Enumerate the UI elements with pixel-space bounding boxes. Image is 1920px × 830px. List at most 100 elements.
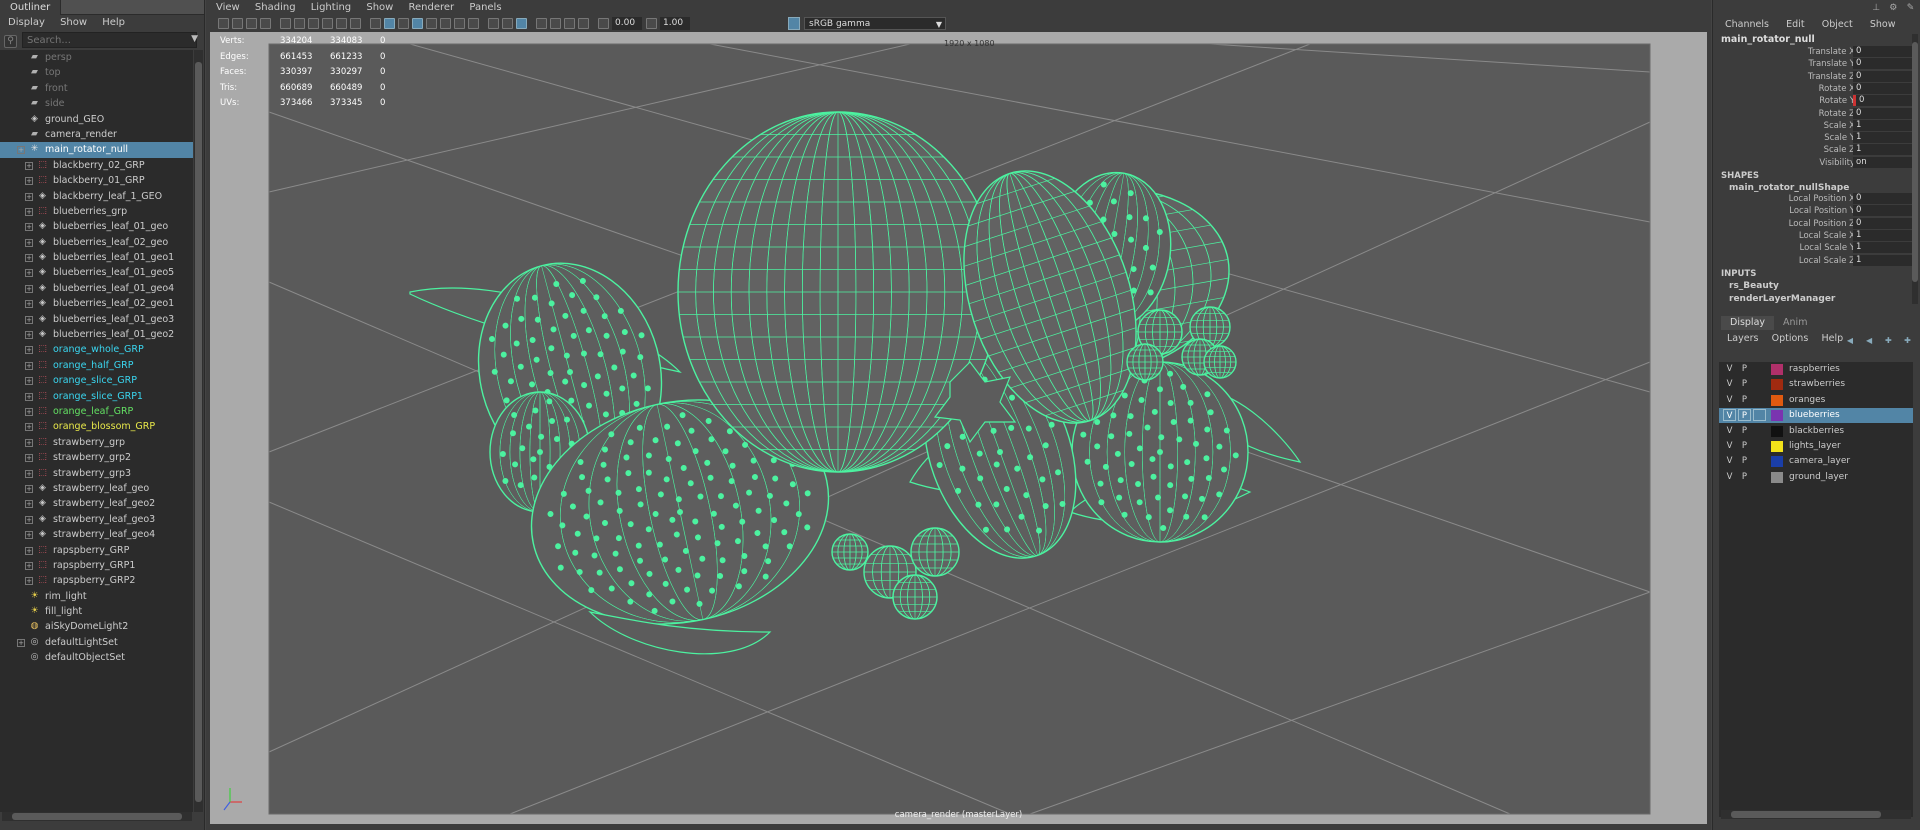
attribute-value-field[interactable]: 1 — [1853, 229, 1913, 241]
settings-icon[interactable]: ⚙ — [1888, 3, 1899, 14]
outliner-item[interactable]: + ⬚ rapspberry_GRP1 — [0, 558, 193, 573]
layer-visibility-toggle[interactable]: V — [1723, 363, 1736, 375]
outliner-item[interactable]: + ◈ blueberries_leaf_02_geo — [0, 235, 193, 250]
exposure-icon[interactable] — [598, 18, 609, 29]
layer-row[interactable]: V Pstrawberries — [1719, 377, 1913, 393]
outliner-item[interactable]: ☀ fill_light — [0, 604, 193, 619]
channel-attribute-row[interactable]: Local Scale Z1 — [1713, 254, 1913, 267]
channel-attribute-row[interactable]: Scale Z1 — [1713, 144, 1913, 156]
attribute-name[interactable]: Scale X — [1824, 120, 1855, 132]
tab-anim[interactable]: Anim — [1774, 316, 1816, 330]
3d-viewport[interactable]: Verts: 334204 334083 0 Edges: 661453 661233 0 Fa… — [210, 32, 1707, 824]
menu-show[interactable]: Show — [366, 2, 393, 13]
channel-attribute-row[interactable]: Translate Z0 — [1713, 70, 1913, 83]
shape-name[interactable]: main_rotator_nullShape — [1729, 183, 1849, 193]
layer-name[interactable]: strawberries — [1789, 377, 1845, 392]
xray-icon[interactable] — [488, 18, 499, 29]
expand-icon[interactable]: + — [25, 254, 33, 263]
channel-attribute-row[interactable]: Local Position X0 — [1713, 193, 1913, 205]
layer-row[interactable]: V Pblackberries — [1719, 424, 1913, 439]
layer-type-toggle[interactable] — [1753, 425, 1766, 437]
expand-icon[interactable]: + — [25, 377, 33, 386]
expand-icon[interactable]: + — [25, 407, 33, 416]
new-layer-icon[interactable]: ✚ — [1883, 336, 1894, 346]
scroll-thumb[interactable] — [1731, 811, 1881, 818]
layer-row[interactable]: V Pblueberries — [1719, 408, 1913, 424]
outliner-item[interactable]: + ⬚ rapspberry_GRP2 — [0, 573, 193, 588]
outliner-item[interactable]: + ◈ blueberries_leaf_01_geo1 — [0, 250, 193, 265]
channel-attribute-row[interactable]: Translate X0 — [1713, 46, 1913, 58]
outliner-item[interactable]: ◍ aiSkyDomeLight2 — [0, 619, 193, 634]
layer-type-toggle[interactable] — [1753, 394, 1766, 406]
layer-visibility-toggle[interactable]: V — [1723, 378, 1736, 390]
layer-playback-toggle[interactable]: P — [1738, 409, 1751, 422]
expand-icon[interactable]: + — [25, 500, 33, 509]
selected-object-name[interactable]: main_rotator_null — [1721, 34, 1815, 45]
expand-icon[interactable]: + — [25, 423, 33, 432]
menu-lighting[interactable]: Lighting — [311, 2, 351, 13]
search-dropdown-icon[interactable]: ▼ — [191, 34, 198, 44]
field-chart-icon[interactable] — [336, 18, 347, 29]
attribute-value-field[interactable]: 0 — [1853, 70, 1913, 82]
layer-color-swatch[interactable] — [1771, 364, 1783, 375]
attribute-name[interactable]: Translate Z — [1808, 71, 1855, 83]
channel-attribute-row[interactable]: Scale X1 — [1713, 119, 1913, 132]
outliner-item[interactable]: + ⬚ blueberries_grp — [0, 204, 193, 219]
outliner-item[interactable]: + ⬚ orange_half_GRP — [0, 358, 193, 373]
layer-playback-toggle[interactable]: P — [1738, 425, 1751, 437]
scroll-thumb[interactable] — [12, 813, 182, 820]
menu-renderer[interactable]: Renderer — [409, 2, 455, 13]
outliner-item[interactable]: + ◈ blueberries_leaf_02_geo1 — [0, 296, 193, 311]
outliner-item[interactable]: + ◈ strawberry_leaf_geo2 — [0, 496, 193, 511]
attribute-value-field[interactable]: 1 — [1853, 242, 1913, 254]
expand-icon[interactable]: + — [25, 546, 33, 555]
attribute-name[interactable]: Scale Y — [1824, 132, 1855, 144]
outliner-item[interactable]: + ⬚ orange_slice_GRP — [0, 373, 193, 388]
attribute-name[interactable]: Local Position X — [1789, 193, 1855, 205]
filter-icon[interactable]: ⚲ — [4, 35, 17, 48]
outliner-item[interactable]: + ⬚ orange_leaf_GRP — [0, 404, 193, 419]
attribute-value-field[interactable]: 0 — [1853, 217, 1913, 229]
textured-icon[interactable] — [426, 18, 437, 29]
layer-type-toggle[interactable] — [1753, 455, 1766, 467]
gamma-field[interactable]: 1.00 — [660, 17, 690, 30]
attribute-value-field[interactable]: 0 — [1853, 205, 1913, 217]
input-render-layer-manager[interactable]: renderLayerManager — [1729, 294, 1835, 304]
outliner-item[interactable]: + ⬚ strawberry_grp3 — [0, 466, 193, 481]
attribute-name[interactable]: Rotate Z — [1819, 108, 1855, 120]
layer-row[interactable]: V Plights_layer — [1719, 439, 1913, 455]
outliner-item[interactable]: ▰ camera_render — [0, 127, 193, 142]
channel-attribute-row[interactable]: Local Position Y0 — [1713, 205, 1913, 217]
outliner-item[interactable]: + ◈ blueberries_leaf_01_geo5 — [0, 265, 193, 280]
outliner-item[interactable]: + ◈ blackberry_leaf_1_GEO — [0, 189, 193, 204]
smooth-shade-icon[interactable] — [384, 18, 395, 29]
anti-aliasing-icon[interactable] — [578, 18, 589, 29]
image-plane-icon[interactable] — [260, 18, 271, 29]
layer-name[interactable]: ground_layer — [1789, 470, 1848, 485]
attribute-name[interactable]: Local Scale Z — [1799, 255, 1855, 267]
outliner-item[interactable]: ▰ front — [0, 81, 193, 96]
layer-type-toggle[interactable] — [1753, 363, 1766, 375]
outliner-item[interactable]: + ◈ blueberries_leaf_01_geo2 — [0, 327, 193, 342]
expand-icon[interactable]: + — [25, 331, 33, 340]
layer-color-swatch[interactable] — [1771, 471, 1783, 483]
layer-color-swatch[interactable] — [1771, 410, 1783, 422]
layer-color-swatch[interactable] — [1771, 425, 1783, 437]
attribute-value-field[interactable]: 1 — [1853, 254, 1913, 266]
attribute-value-field[interactable]: 0 — [1853, 193, 1913, 204]
expand-icon[interactable]: + — [25, 192, 33, 201]
channel-attribute-row[interactable]: Translate Y0 — [1713, 58, 1913, 70]
channel-attribute-row[interactable]: Rotate Y0 — [1713, 95, 1913, 107]
wireframe-icon[interactable] — [370, 18, 381, 29]
search-input[interactable] — [22, 32, 197, 48]
layer-visibility-toggle[interactable]: V — [1723, 440, 1736, 452]
expand-icon[interactable]: + — [25, 515, 33, 524]
layer-list-scrollbar[interactable] — [1721, 810, 1911, 819]
expand-icon[interactable]: + — [25, 577, 33, 586]
xray-joints-icon[interactable] — [502, 18, 513, 29]
outliner-item[interactable]: + ◈ blueberries_leaf_01_geo3 — [0, 312, 193, 327]
attribute-name[interactable]: Local Scale Y — [1800, 242, 1856, 254]
move-layer-up-icon[interactable]: ◀ — [1844, 336, 1855, 346]
attribute-name[interactable]: Rotate Y — [1819, 95, 1855, 107]
layer-name[interactable]: raspberries — [1789, 362, 1840, 377]
